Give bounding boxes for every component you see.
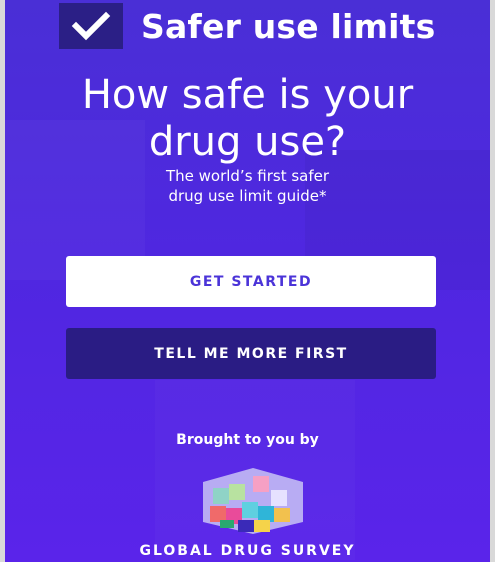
hero-headline: How safe is your drug use?	[5, 72, 490, 166]
subtitle-line-2: drug use limit guide*	[168, 187, 327, 205]
app-title: Safer use limits	[141, 6, 436, 46]
get-started-button[interactable]: GET STARTED	[66, 256, 436, 307]
subtitle-line-1: The world’s first safer	[165, 167, 330, 185]
hero-subtitle: The world’s first safer drug use limit g…	[5, 166, 490, 206]
headline-line-2: drug use?	[148, 119, 347, 165]
cube-logo-icon	[203, 468, 303, 534]
checkmark-icon	[59, 3, 123, 49]
headline-line-1: How safe is your	[81, 72, 414, 118]
org-name: GLOBAL DRUG SURVEY	[139, 543, 356, 559]
brought-to-you-label: Brought to you by	[176, 432, 319, 448]
app-header: Safer use limits	[59, 2, 435, 50]
app-screen: Safer use limits How safe is your drug u…	[5, 0, 490, 562]
tell-me-more-button[interactable]: TELL ME MORE FIRST	[66, 328, 436, 379]
